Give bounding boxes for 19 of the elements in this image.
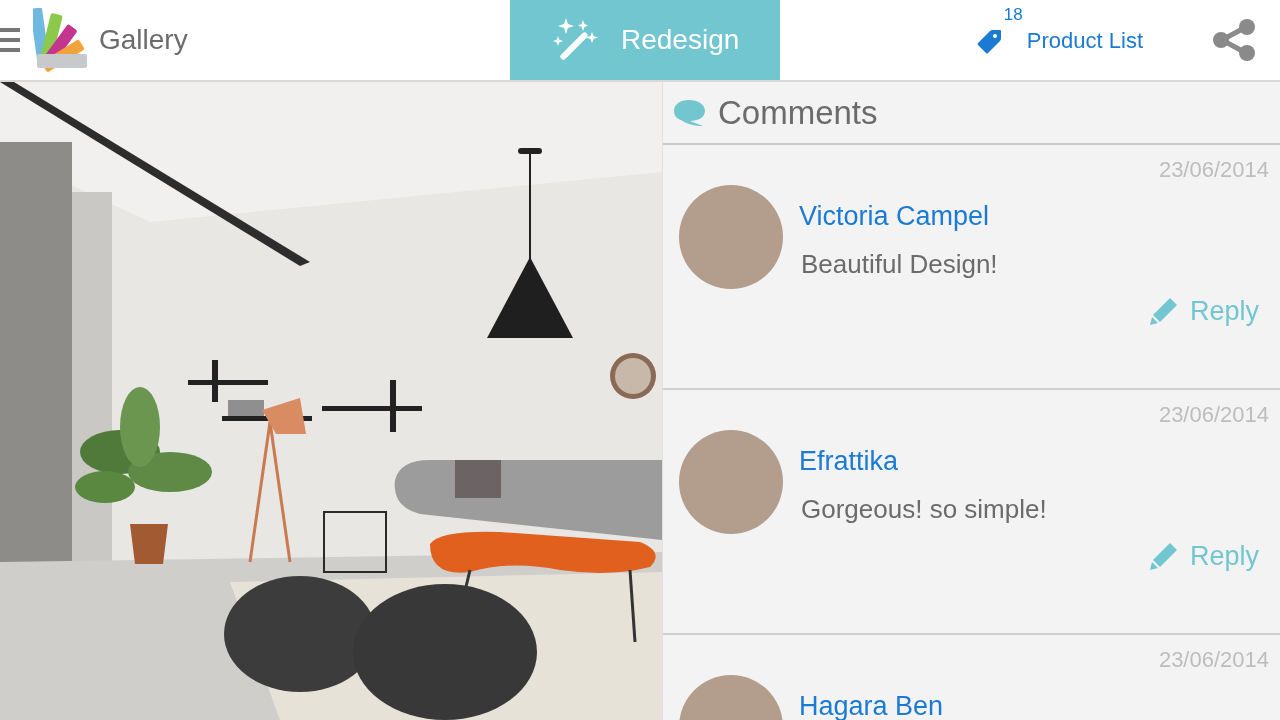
- product-list-link[interactable]: Product List: [975, 27, 1143, 55]
- product-count: 18: [1003, 5, 1023, 25]
- pencil-icon: [1149, 297, 1178, 325]
- tag-icon: [975, 28, 1003, 54]
- menu-icon[interactable]: [0, 28, 20, 52]
- reply-button[interactable]: Reply: [1149, 294, 1259, 328]
- gallery-title: Gallery: [99, 23, 188, 57]
- comment-author: Hagara Ben: [799, 690, 944, 720]
- comment-author: Efrattika: [799, 445, 900, 478]
- reply-button[interactable]: Reply: [1149, 539, 1259, 573]
- comments-title: Comments: [718, 92, 878, 133]
- pencil-icon: [1149, 542, 1178, 570]
- comment-text: Gorgeous! so simple!: [801, 493, 1047, 525]
- magic-wand-icon: [553, 18, 598, 62]
- speech-bubble-icon: [673, 99, 706, 126]
- share-icon[interactable]: [1212, 19, 1256, 61]
- comment-text: Beautiful Design!: [801, 248, 998, 280]
- comment-author: Victoria Campel: [799, 200, 991, 233]
- redesign-button[interactable]: Redesign: [510, 0, 780, 80]
